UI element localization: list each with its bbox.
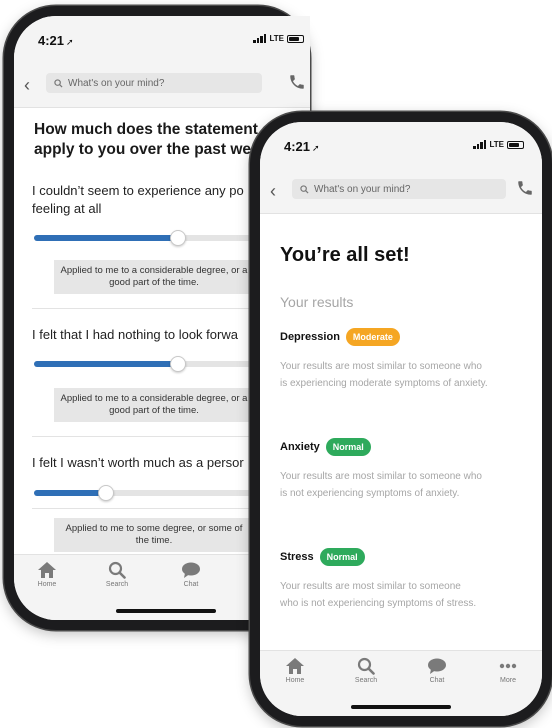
- slider-fill: [34, 361, 178, 367]
- status-time: 4:21 ➚: [38, 33, 74, 48]
- result-name: Stress: [280, 551, 314, 563]
- slider-fill: [34, 490, 106, 496]
- result-name: Anxiety: [280, 441, 320, 453]
- tab-chat[interactable]: Chat: [164, 561, 218, 588]
- status-bar: 4:21 ➚ LTE: [260, 122, 542, 172]
- answer-label: Applied to me to a considerable degree, …: [54, 388, 254, 422]
- search-icon: [300, 184, 309, 194]
- answer-slider[interactable]: [34, 354, 274, 374]
- result-description: Your results are most similar to someone…: [280, 581, 477, 609]
- tab-label: Home: [37, 581, 57, 588]
- answer-label: Applied to me to a considerable degree, …: [54, 260, 254, 294]
- results-subtitle: Your results: [280, 294, 354, 310]
- answer-slider[interactable]: [34, 483, 274, 503]
- home-indicator: [351, 705, 451, 709]
- top-search-bar: ‹ What's on your mind?: [14, 66, 310, 108]
- result-description: Your results are most similar to someone…: [280, 471, 482, 499]
- search-input[interactable]: What's on your mind?: [292, 179, 506, 199]
- search-icon: [54, 78, 63, 88]
- back-chevron-icon[interactable]: ‹: [24, 76, 30, 94]
- slider-thumb[interactable]: [170, 230, 186, 246]
- chat-icon: [182, 562, 200, 578]
- tab-label: Search: [105, 581, 129, 588]
- tab-search[interactable]: Search: [90, 561, 144, 588]
- result-anxiety: Anxiety Normal: [280, 438, 371, 456]
- home-icon: [286, 658, 304, 674]
- status-badge: Normal: [325, 438, 371, 456]
- search-input[interactable]: What's on your mind?: [46, 73, 262, 93]
- home-icon: [38, 562, 56, 578]
- tab-more[interactable]: More: [481, 657, 535, 684]
- status-time: 4:21 ➚: [284, 139, 320, 154]
- status-indicators: LTE: [253, 34, 304, 43]
- tab-label: More: [500, 677, 516, 684]
- tab-label: Chat: [429, 677, 445, 684]
- tab-chat[interactable]: Chat: [410, 657, 464, 684]
- status-bar: 4:21 ➚ LTE: [14, 16, 310, 66]
- home-indicator: [116, 609, 216, 613]
- location-arrow-icon: ➚: [312, 143, 320, 153]
- chat-icon: [428, 658, 446, 674]
- top-search-bar: ‹ What's on your mind?: [260, 172, 542, 214]
- phone-call-icon[interactable]: [288, 73, 306, 91]
- bottom-tab-bar: Home Search Chat More: [260, 650, 542, 716]
- tab-label: Chat: [183, 581, 199, 588]
- search-placeholder: What's on your mind?: [314, 183, 411, 195]
- tab-label: Search: [354, 677, 378, 684]
- result-depression: Depression Moderate: [280, 328, 400, 346]
- tab-label: Home: [285, 677, 305, 684]
- signal-icon: [473, 140, 487, 149]
- phone-call-icon[interactable]: [516, 179, 534, 197]
- status-badge: Moderate: [345, 328, 400, 346]
- page-title: You’re all set!: [280, 244, 410, 266]
- tab-home[interactable]: Home: [268, 657, 322, 684]
- network-label: LTE: [489, 140, 504, 149]
- result-name: Depression: [280, 331, 340, 343]
- search-icon: [357, 657, 375, 675]
- location-arrow-icon: ➚: [66, 37, 74, 47]
- answer-slider[interactable]: [34, 228, 274, 248]
- more-dots-icon: [499, 663, 517, 669]
- results-screen: 4:21 ➚ LTE ‹ What's on your mind? You’re …: [260, 122, 542, 716]
- slider-thumb[interactable]: [98, 485, 114, 501]
- slider-thumb[interactable]: [170, 356, 186, 372]
- status-indicators: LTE: [473, 140, 524, 149]
- slider-fill: [34, 235, 178, 241]
- search-placeholder: What's on your mind?: [68, 77, 165, 89]
- back-chevron-icon[interactable]: ‹: [270, 182, 276, 200]
- result-stress: Stress Normal: [280, 548, 365, 566]
- status-badge: Normal: [319, 548, 365, 566]
- tab-search[interactable]: Search: [339, 657, 393, 684]
- network-label: LTE: [269, 34, 284, 43]
- result-description: Your results are most similar to someone…: [280, 361, 488, 389]
- signal-icon: [253, 34, 267, 43]
- battery-icon: [507, 140, 524, 149]
- battery-icon: [287, 34, 304, 43]
- search-icon: [108, 561, 126, 579]
- results-content: You’re all set! Your results Depression …: [260, 214, 542, 650]
- answer-label: Applied to me to some degree, or some of…: [54, 518, 254, 552]
- tab-home[interactable]: Home: [20, 561, 74, 588]
- phone-results: 4:21 ➚ LTE ‹ What's on your mind? You’re …: [250, 112, 552, 726]
